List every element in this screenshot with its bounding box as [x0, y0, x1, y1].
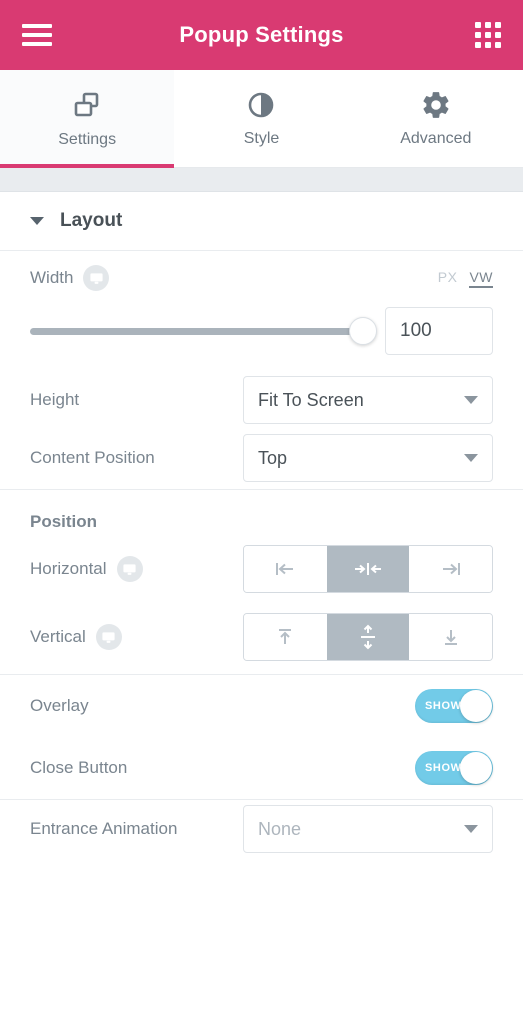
width-label: Width	[30, 268, 74, 287]
content-position-select-value: Top	[258, 447, 288, 468]
chevron-down-icon	[464, 454, 478, 462]
close-button-toggle[interactable]: SHOW	[415, 751, 493, 785]
height-control-row: Height Fit To Screen	[30, 373, 493, 427]
overlay-toggle-label: SHOW	[425, 700, 462, 712]
popup-settings-panel: Popup Settings Settings Style Advanced L…	[0, 0, 523, 1024]
layout-controls-group: Width PX VW 100 Height Fit To Screen Con…	[0, 251, 523, 490]
toggle-knob	[460, 752, 492, 784]
align-center-horizontal-icon[interactable]	[326, 546, 410, 592]
content-position-row: Content Position Top	[30, 427, 493, 489]
entrance-animation-row: Entrance Animation None	[30, 800, 493, 858]
overlay-row: Overlay SHOW	[30, 675, 493, 737]
toggle-knob	[460, 690, 492, 722]
horizontal-position-choices	[243, 545, 493, 593]
section-header-layout[interactable]: Layout	[0, 192, 523, 251]
align-left-icon[interactable]	[244, 546, 327, 592]
width-unit-switcher: PX VW	[438, 269, 493, 288]
layers-icon	[70, 88, 104, 122]
page-title: Popup Settings	[179, 22, 344, 47]
width-control-row: Width PX VW	[30, 251, 493, 305]
height-select-value: Fit To Screen	[258, 389, 364, 410]
section-title-layout: Layout	[60, 210, 123, 231]
slider-track	[30, 327, 363, 335]
tab-advanced[interactable]: Advanced	[348, 70, 523, 167]
overlay-label: Overlay	[30, 696, 89, 715]
width-label-wrap: Width	[30, 265, 110, 291]
align-bottom-icon[interactable]	[409, 614, 492, 660]
chevron-down-icon	[30, 217, 44, 225]
align-top-icon[interactable]	[244, 614, 327, 660]
unit-px[interactable]: PX	[438, 269, 458, 285]
apps-grid-icon[interactable]	[475, 22, 501, 48]
content-position-label: Content Position	[30, 448, 155, 467]
height-select[interactable]: Fit To Screen	[243, 376, 493, 424]
panel-top-band	[0, 168, 523, 192]
align-center-vertical-icon[interactable]	[326, 614, 410, 660]
chevron-down-icon	[464, 396, 478, 404]
width-input[interactable]	[385, 307, 493, 355]
entrance-animation-select-value: None	[258, 818, 302, 839]
tab-advanced-label: Advanced	[400, 130, 472, 147]
horizontal-position-row: Horizontal	[30, 538, 493, 600]
vertical-position-choices	[243, 613, 493, 661]
close-button-label: Close Button	[30, 758, 128, 777]
desktop-monitor-icon[interactable]	[95, 624, 122, 650]
settings-panel-body: Layout Width PX VW 100 Height Fit To Scr…	[0, 168, 523, 858]
close-button-row: Close Button SHOW	[30, 737, 493, 799]
panel-tabs: Settings Style Advanced	[0, 70, 523, 168]
unit-vw[interactable]: VW	[469, 269, 493, 288]
animation-group: Entrance Animation None	[0, 800, 523, 858]
panel-header: Popup Settings	[0, 0, 523, 70]
subsection-title-position: Position	[30, 512, 98, 531]
horizontal-label: Horizontal	[30, 559, 107, 578]
vertical-label-wrap: Vertical	[30, 624, 122, 650]
overlay-toggle[interactable]: SHOW	[415, 689, 493, 723]
content-position-select[interactable]: Top	[243, 434, 493, 482]
position-group: Position Horizontal Vertical	[0, 490, 523, 675]
entrance-animation-select[interactable]: None	[243, 805, 493, 853]
width-slider[interactable]	[30, 317, 377, 345]
tab-style-label: Style	[243, 130, 280, 147]
entrance-animation-label: Entrance Animation	[30, 819, 178, 838]
desktop-monitor-icon[interactable]	[116, 556, 143, 582]
tab-style[interactable]: Style	[174, 70, 349, 167]
height-label: Height	[30, 390, 80, 409]
tab-settings-label: Settings	[58, 131, 117, 148]
vertical-label: Vertical	[30, 627, 86, 646]
slider-knob[interactable]	[349, 317, 377, 345]
toggles-group: Overlay SHOW Close Button SHOW	[0, 675, 523, 800]
close-button-toggle-label: SHOW	[425, 762, 462, 774]
desktop-monitor-icon[interactable]	[83, 265, 110, 291]
tab-settings[interactable]: Settings	[0, 70, 175, 168]
width-slider-row	[30, 305, 493, 373]
align-right-icon[interactable]	[409, 546, 492, 592]
gear-icon	[420, 89, 452, 121]
hamburger-menu-icon[interactable]	[22, 24, 52, 46]
chevron-down-icon	[464, 825, 478, 833]
contrast-icon	[245, 89, 277, 121]
vertical-position-row: Vertical	[30, 600, 493, 674]
horizontal-label-wrap: Horizontal	[30, 556, 143, 582]
